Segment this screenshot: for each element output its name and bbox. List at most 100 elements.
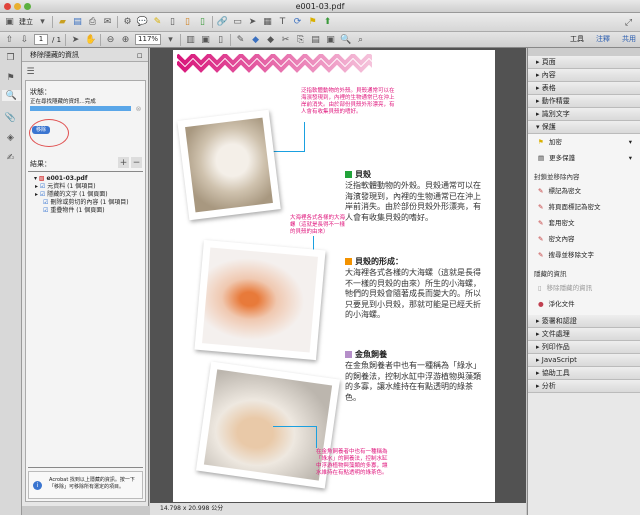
hand-tool-icon[interactable]: ✋: [85, 34, 96, 45]
section-forms[interactable]: ▸ 表格: [528, 82, 640, 95]
scroll-mode-icon[interactable]: ▥: [185, 34, 196, 45]
tree-item[interactable]: ▸ ☑ 元資料 (1 個項目): [34, 183, 129, 191]
panel-tabs: 工具 注釋 共用: [570, 33, 636, 46]
sanitize-item[interactable]: ● 淨化文件: [528, 296, 640, 312]
attachments-icon[interactable]: 📎: [5, 112, 16, 123]
tree-item[interactable]: ☑ 刪除或剪切的內容 (1 個項目): [34, 199, 129, 207]
zoom-input[interactable]: 117%: [135, 34, 162, 45]
signatures-icon[interactable]: ✍: [5, 152, 16, 163]
single-page-icon[interactable]: ▯: [215, 34, 226, 45]
link-icon[interactable]: 🔗: [217, 17, 228, 28]
annotation-note[interactable]: 在金魚飼養者中也有一種稱為「綠水」的飼養法，控制水缸中浮游植物與藻類的多寡，讓水…: [316, 449, 388, 477]
share-icon[interactable]: ⬆: [322, 17, 333, 28]
remove-button[interactable]: 移除: [32, 126, 50, 134]
copy-icon[interactable]: ⎘: [295, 34, 306, 45]
stamp-icon[interactable]: ◆: [250, 34, 261, 45]
section-action-wizard[interactable]: ▸ 動作精靈: [528, 95, 640, 108]
settings-icon[interactable]: ⚙: [122, 17, 133, 28]
search-icon[interactable]: 🔍: [340, 34, 351, 45]
progress-bar: [30, 106, 131, 111]
sign-icon[interactable]: ✎: [235, 34, 246, 45]
section-pages[interactable]: ▸ 頁面: [528, 56, 640, 69]
attach-icon[interactable]: ◆: [265, 34, 276, 45]
select-icon[interactable]: ▦: [262, 17, 273, 28]
highlight-icon[interactable]: ✎: [152, 17, 163, 28]
tree-item[interactable]: ▸ ☑ 隱藏的文字 (1 個頁面): [34, 191, 129, 199]
zoom-in-icon[interactable]: ⊕: [120, 34, 131, 45]
close-icon[interactable]: [4, 3, 11, 10]
select-tool-icon[interactable]: ➤: [70, 34, 81, 45]
previous-page-icon[interactable]: ⇧: [4, 34, 15, 45]
section-accessibility[interactable]: ▸ 協助工具: [528, 367, 640, 380]
tab-share[interactable]: 共用: [622, 33, 636, 46]
expand-icon[interactable]: ⤢: [623, 17, 634, 28]
ok-icon[interactable]: ▭: [232, 17, 243, 28]
goldfish-photo: [194, 239, 326, 361]
save-icon[interactable]: ▤: [72, 17, 83, 28]
mark-redaction-item[interactable]: ✎ 標記為密文: [528, 183, 640, 199]
section-document-processing[interactable]: ▸ 文件處理: [528, 328, 640, 341]
panel-close-icon[interactable]: ▫: [134, 50, 145, 61]
tab-tools[interactable]: 工具: [570, 33, 584, 46]
tree-file[interactable]: ▾ ▧ e001-03.pdf: [34, 175, 129, 183]
section-analyze[interactable]: ▸ 分析: [528, 380, 640, 393]
page-dimensions: 14.798 x 20.998 公分: [160, 505, 224, 512]
options-menu-icon[interactable]: ☰: [25, 66, 36, 77]
section-javascript[interactable]: ▸ JavaScript: [528, 354, 640, 367]
text-icon[interactable]: T: [277, 17, 288, 28]
section-protection[interactable]: ▾ 保護: [528, 121, 640, 134]
insert-icon[interactable]: ▯: [197, 17, 208, 28]
apply-redaction-item[interactable]: ✎ 套用密文: [528, 215, 640, 231]
email-icon[interactable]: ✉: [102, 17, 113, 28]
create-icon[interactable]: ▣: [4, 17, 15, 28]
navigation-strip: ❐ ⚑ 🔍 📎 ◈ ✍: [0, 48, 22, 515]
next-page-icon[interactable]: ⇩: [19, 34, 30, 45]
shell-photo: [177, 109, 281, 221]
remove-hidden-info-item[interactable]: ▯ 移除隱藏的資訊: [528, 280, 640, 296]
search-remove-text-item[interactable]: ✎ 搜尋並移除文字: [528, 247, 640, 263]
section-print-production[interactable]: ▸ 列印作品: [528, 341, 640, 354]
mark-pages-redaction-item[interactable]: ✎ 將頁面標記為密文: [528, 199, 640, 215]
secure-icon[interactable]: ⚑: [307, 17, 318, 28]
find-icon[interactable]: ⌕: [355, 34, 366, 45]
section-content[interactable]: ▸ 內容: [528, 69, 640, 82]
snapshot-icon[interactable]: ▣: [325, 34, 336, 45]
info-text: Acrobat 找到以上隱藏的資訊。按一下「移除」可移除所有選定的項目。: [49, 477, 135, 490]
section-text-recognition[interactable]: ▸ 識別文字: [528, 108, 640, 121]
fit-page-icon[interactable]: ▣: [200, 34, 211, 45]
chevron-down-icon[interactable]: ▾: [37, 17, 48, 28]
cut-icon[interactable]: ✂: [280, 34, 291, 45]
open-icon[interactable]: ▰: [57, 17, 68, 28]
expand-all-icon[interactable]: +: [118, 157, 129, 168]
create-button[interactable]: 建立: [19, 17, 33, 27]
print-icon[interactable]: ⎙: [87, 17, 98, 28]
zoom-out-icon[interactable]: ⊖: [105, 34, 116, 45]
page-icon[interactable]: ▯: [167, 17, 178, 28]
encrypt-item[interactable]: ⚑ 加密 ▾: [528, 134, 640, 150]
page-number-input[interactable]: 1: [34, 34, 48, 45]
pointer-icon[interactable]: ➤: [247, 17, 258, 28]
rotate-icon[interactable]: ⟳: [292, 17, 303, 28]
collapse-all-icon[interactable]: −: [131, 157, 142, 168]
tab-comment[interactable]: 注釋: [596, 33, 610, 46]
clipboard-icon[interactable]: ▤: [310, 34, 321, 45]
comment-icon[interactable]: 💬: [137, 17, 148, 28]
redaction-properties-item[interactable]: ✎ 密文內容: [528, 231, 640, 247]
navigation-toolbar: ⇧ ⇩ 1 / 1 ➤ ✋ ⊖ ⊕ 117% ▾ ▥ ▣ ▯ ✎ ◆ ◆ ✂ ⎘ …: [0, 32, 640, 48]
annotation-note[interactable]: 泛指軟體動物的外殼。貝殼通常可以在海濱發現到，內裡的生物通常已在沖上岸前消失。由…: [301, 88, 397, 116]
layers-icon[interactable]: ◈: [5, 132, 16, 143]
tree-item[interactable]: ☑ 重疊物件 (1 個頁面): [34, 207, 129, 215]
pages-icon[interactable]: ❐: [5, 52, 16, 63]
section-sign[interactable]: ▸ 簽署和認證: [528, 315, 640, 328]
export-icon[interactable]: ▯: [182, 17, 193, 28]
zoom-icon[interactable]: [24, 3, 31, 10]
more-protection-icon: ▤: [538, 154, 545, 162]
zoom-dropdown-icon[interactable]: ▾: [165, 34, 176, 45]
info-icon: i: [33, 481, 42, 490]
minimize-icon[interactable]: [14, 3, 21, 10]
bookmarks-icon[interactable]: ⚑: [5, 72, 16, 83]
more-protection-item[interactable]: ▤ 更多保護 ▾: [528, 150, 640, 166]
cancel-icon[interactable]: ⊗: [133, 103, 144, 114]
hidden-info-icon[interactable]: 🔍: [2, 90, 21, 101]
annotation-note[interactable]: 大海裡各式各樣的大海螺（這就是長得不一樣的貝殼的由來）: [290, 215, 348, 236]
